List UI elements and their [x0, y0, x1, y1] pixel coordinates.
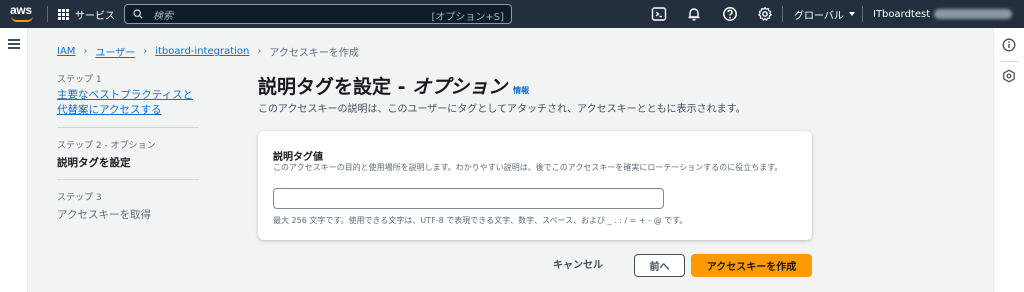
breadcrumb-current: アクセスキーを作成: [269, 48, 359, 59]
search-shortcut: [オプション+S]: [431, 12, 504, 23]
right-rail: [993, 28, 1024, 292]
step-2-title: 説明タグを設定: [57, 157, 131, 169]
step-1-label: ステップ 1: [57, 75, 102, 85]
previous-button[interactable]: 前へ: [634, 254, 685, 277]
services-label: サービス: [75, 10, 115, 22]
services-menu-button[interactable]: サービス: [58, 0, 115, 28]
caret-down-icon: [848, 12, 855, 16]
left-rail: [0, 28, 28, 292]
gear-icon[interactable]: [757, 6, 773, 22]
search-icon: [133, 9, 143, 19]
search-placeholder: 検索: [153, 10, 173, 22]
create-access-key-button[interactable]: アクセスキーを作成: [691, 254, 812, 277]
step-3-label: ステップ 3: [57, 193, 102, 203]
aws-logo-smile: [11, 16, 33, 22]
feedback-icon[interactable]: [1002, 69, 1016, 83]
info-link[interactable]: 情報: [513, 85, 529, 96]
bell-icon[interactable]: [686, 6, 702, 22]
nav-divider: [47, 6, 48, 22]
right-rail-divider: [1001, 61, 1018, 62]
breadcrumb-user-link[interactable]: itboard-integration: [155, 46, 249, 57]
region-selector[interactable]: グローバル: [794, 0, 855, 28]
chevron-right-icon: ›: [83, 46, 88, 57]
step-2-label: ステップ 2 - オプション: [57, 141, 156, 151]
redacted-account-id: [934, 9, 1013, 19]
hamburger-menu-icon[interactable]: [8, 39, 20, 49]
info-icon[interactable]: [1002, 38, 1016, 52]
search-bar[interactable]: 検索 [オプション+S]: [124, 4, 512, 24]
cloudshell-icon[interactable]: [651, 6, 667, 22]
breadcrumb: IAM › ユーザー › itboard-integration › アクセスキ…: [57, 44, 359, 59]
top-navigation-bar: aws サービス 検索 [オプション+S] グローバル ITboardtest: [0, 0, 1024, 28]
step-1: ステップ 1 主要なベストプラクティスと代替案にアクセスする: [57, 72, 199, 118]
wizard-steps: ステップ 1 主要なベストプラクティスと代替案にアクセスする ステップ 2 - …: [57, 72, 199, 222]
step-3: ステップ 3 アクセスキーを取得: [57, 190, 199, 222]
page-title: 説明タグを設定 - オプション: [258, 72, 507, 99]
account-label: ITboardtest: [873, 8, 931, 20]
field-label: 説明タグ値: [273, 152, 323, 163]
grid-icon: [58, 8, 69, 20]
chevron-right-icon: ›: [143, 46, 148, 57]
breadcrumb-iam-link[interactable]: IAM: [57, 46, 75, 57]
cancel-button[interactable]: キャンセル: [553, 255, 603, 277]
aws-logo-text: aws: [10, 3, 32, 17]
step-3-title: アクセスキーを取得: [57, 209, 151, 221]
nav-divider: [862, 6, 863, 22]
page-description: このアクセスキーの説明は、このユーザーにタグとしてアタッチされ、アクセスキーとと…: [258, 104, 746, 115]
step-divider: [57, 127, 199, 128]
aws-logo[interactable]: aws: [10, 4, 36, 24]
region-label: グローバル: [794, 10, 844, 22]
account-menu[interactable]: ITboardtest: [873, 0, 1024, 28]
description-tag-card: 説明タグ値 このアクセスキーの目的と使用場所を説明します。わかりやすい説明は、後…: [258, 131, 812, 240]
step-divider: [57, 179, 199, 180]
page-title-text: 説明タグを設定 -: [258, 76, 413, 98]
field-constraint-text: 最大 256 文字です。使用できる文字は、UTF-8 で表現できる文字、数字、ス…: [273, 216, 688, 225]
breadcrumb-users-link[interactable]: ユーザー: [95, 44, 135, 59]
step-1-link[interactable]: 主要なベストプラクティスと代替案にアクセスする: [57, 88, 199, 118]
field-description: このアクセスキーの目的と使用場所を説明します。わかりやすい説明は、後でこのアクセ…: [273, 163, 783, 172]
page-header: 説明タグを設定 - オプション 情報: [258, 72, 529, 99]
page-title-optional: オプション: [412, 76, 508, 98]
step-2: ステップ 2 - オプション 説明タグを設定: [57, 138, 199, 170]
description-tag-input[interactable]: [273, 188, 664, 209]
chevron-right-icon: ›: [257, 46, 262, 57]
help-icon[interactable]: [722, 6, 738, 22]
nav-divider: [782, 6, 783, 22]
